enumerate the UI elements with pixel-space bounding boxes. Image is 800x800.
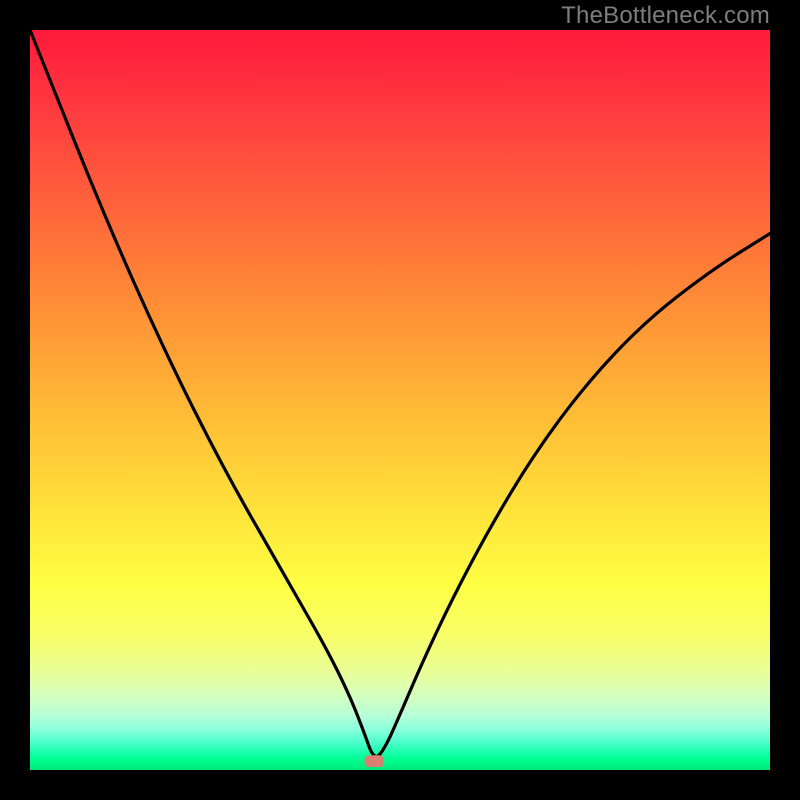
bottleneck-curve [30, 30, 770, 770]
plot-area [30, 30, 770, 770]
watermark-text: TheBottleneck.com [561, 2, 770, 30]
optimum-marker [364, 755, 383, 767]
curve-line [30, 30, 770, 756]
chart-frame: TheBottleneck.com [0, 0, 800, 800]
